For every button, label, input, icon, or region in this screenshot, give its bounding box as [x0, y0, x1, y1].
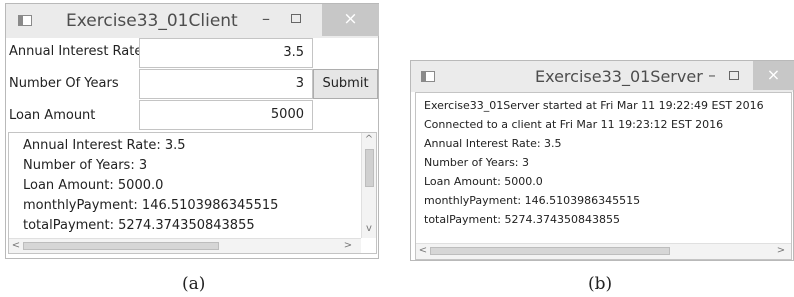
output-line: monthlyPayment: 146.5103986345515 [23, 198, 279, 213]
maximize-button[interactable] [291, 14, 301, 23]
scroll-thumb[interactable] [23, 242, 219, 250]
log-line: totalPayment: 5274.374350843855 [424, 213, 620, 226]
client-window: Exercise33_01Client – × Annual Interest … [5, 3, 379, 259]
scroll-thumb[interactable] [365, 149, 374, 187]
log-line: Annual Interest Rate: 3.5 [424, 137, 562, 150]
log-line: Exercise33_01Server started at Fri Mar 1… [424, 99, 764, 112]
close-button[interactable]: × [322, 4, 379, 36]
output-line: Annual Interest Rate: 3.5 [23, 138, 186, 153]
server-titlebar[interactable]: Exercise33_01Server – × [411, 61, 794, 92]
submit-button[interactable]: Submit [313, 69, 378, 99]
log-line: Number of Years: 3 [424, 156, 530, 169]
horizontal-scrollbar[interactable]: < > [9, 238, 361, 253]
log-line: monthlyPayment: 146.5103986345515 [424, 194, 641, 207]
window-title: Exercise33_01Server [535, 67, 703, 86]
scroll-down-arrow[interactable]: v [364, 223, 374, 235]
loan-amount-label: Loan Amount [9, 108, 96, 123]
client-output-area[interactable]: Annual Interest Rate: 3.5 Number of Year… [8, 132, 377, 254]
interest-rate-field[interactable]: 3.5 [139, 38, 313, 68]
interest-label: Annual Interest Rate [9, 44, 143, 59]
output-line: Number of Years: 3 [23, 158, 148, 173]
server-window: Exercise33_01Server – × Exercise33_01Ser… [410, 60, 794, 261]
scroll-right-arrow[interactable]: > [343, 240, 353, 252]
scroll-right-arrow[interactable]: > [776, 245, 786, 257]
app-icon [421, 71, 435, 82]
window-title: Exercise33_01Client [66, 11, 238, 31]
server-log-area[interactable]: Exercise33_01Server started at Fri Mar 1… [415, 92, 792, 260]
years-label: Number Of Years [9, 76, 119, 91]
minimize-button[interactable]: – [254, 4, 278, 34]
caption-a: (a) [182, 274, 206, 294]
horizontal-scrollbar[interactable]: < > [416, 243, 791, 259]
maximize-button[interactable] [729, 71, 739, 80]
caption-b: (b) [588, 274, 613, 294]
minimize-button[interactable]: – [702, 61, 722, 90]
vertical-scrollbar[interactable]: ^ v [361, 133, 376, 238]
output-line: totalPayment: 5274.374350843855 [23, 218, 255, 233]
scroll-left-arrow[interactable]: < [418, 245, 428, 257]
output-line: Loan Amount: 5000.0 [23, 178, 164, 193]
scroll-left-arrow[interactable]: < [11, 240, 21, 252]
years-field[interactable]: 3 [139, 69, 313, 99]
log-line: Loan Amount: 5000.0 [424, 175, 543, 188]
app-icon [18, 15, 32, 26]
log-line: Connected to a client at Fri Mar 11 19:2… [424, 118, 724, 131]
scroll-thumb[interactable] [430, 247, 670, 255]
client-titlebar[interactable]: Exercise33_01Client – × [6, 4, 379, 38]
close-button[interactable]: × [753, 61, 794, 90]
scroll-up-arrow[interactable]: ^ [364, 134, 374, 146]
loan-amount-field[interactable]: 5000 [139, 100, 313, 130]
